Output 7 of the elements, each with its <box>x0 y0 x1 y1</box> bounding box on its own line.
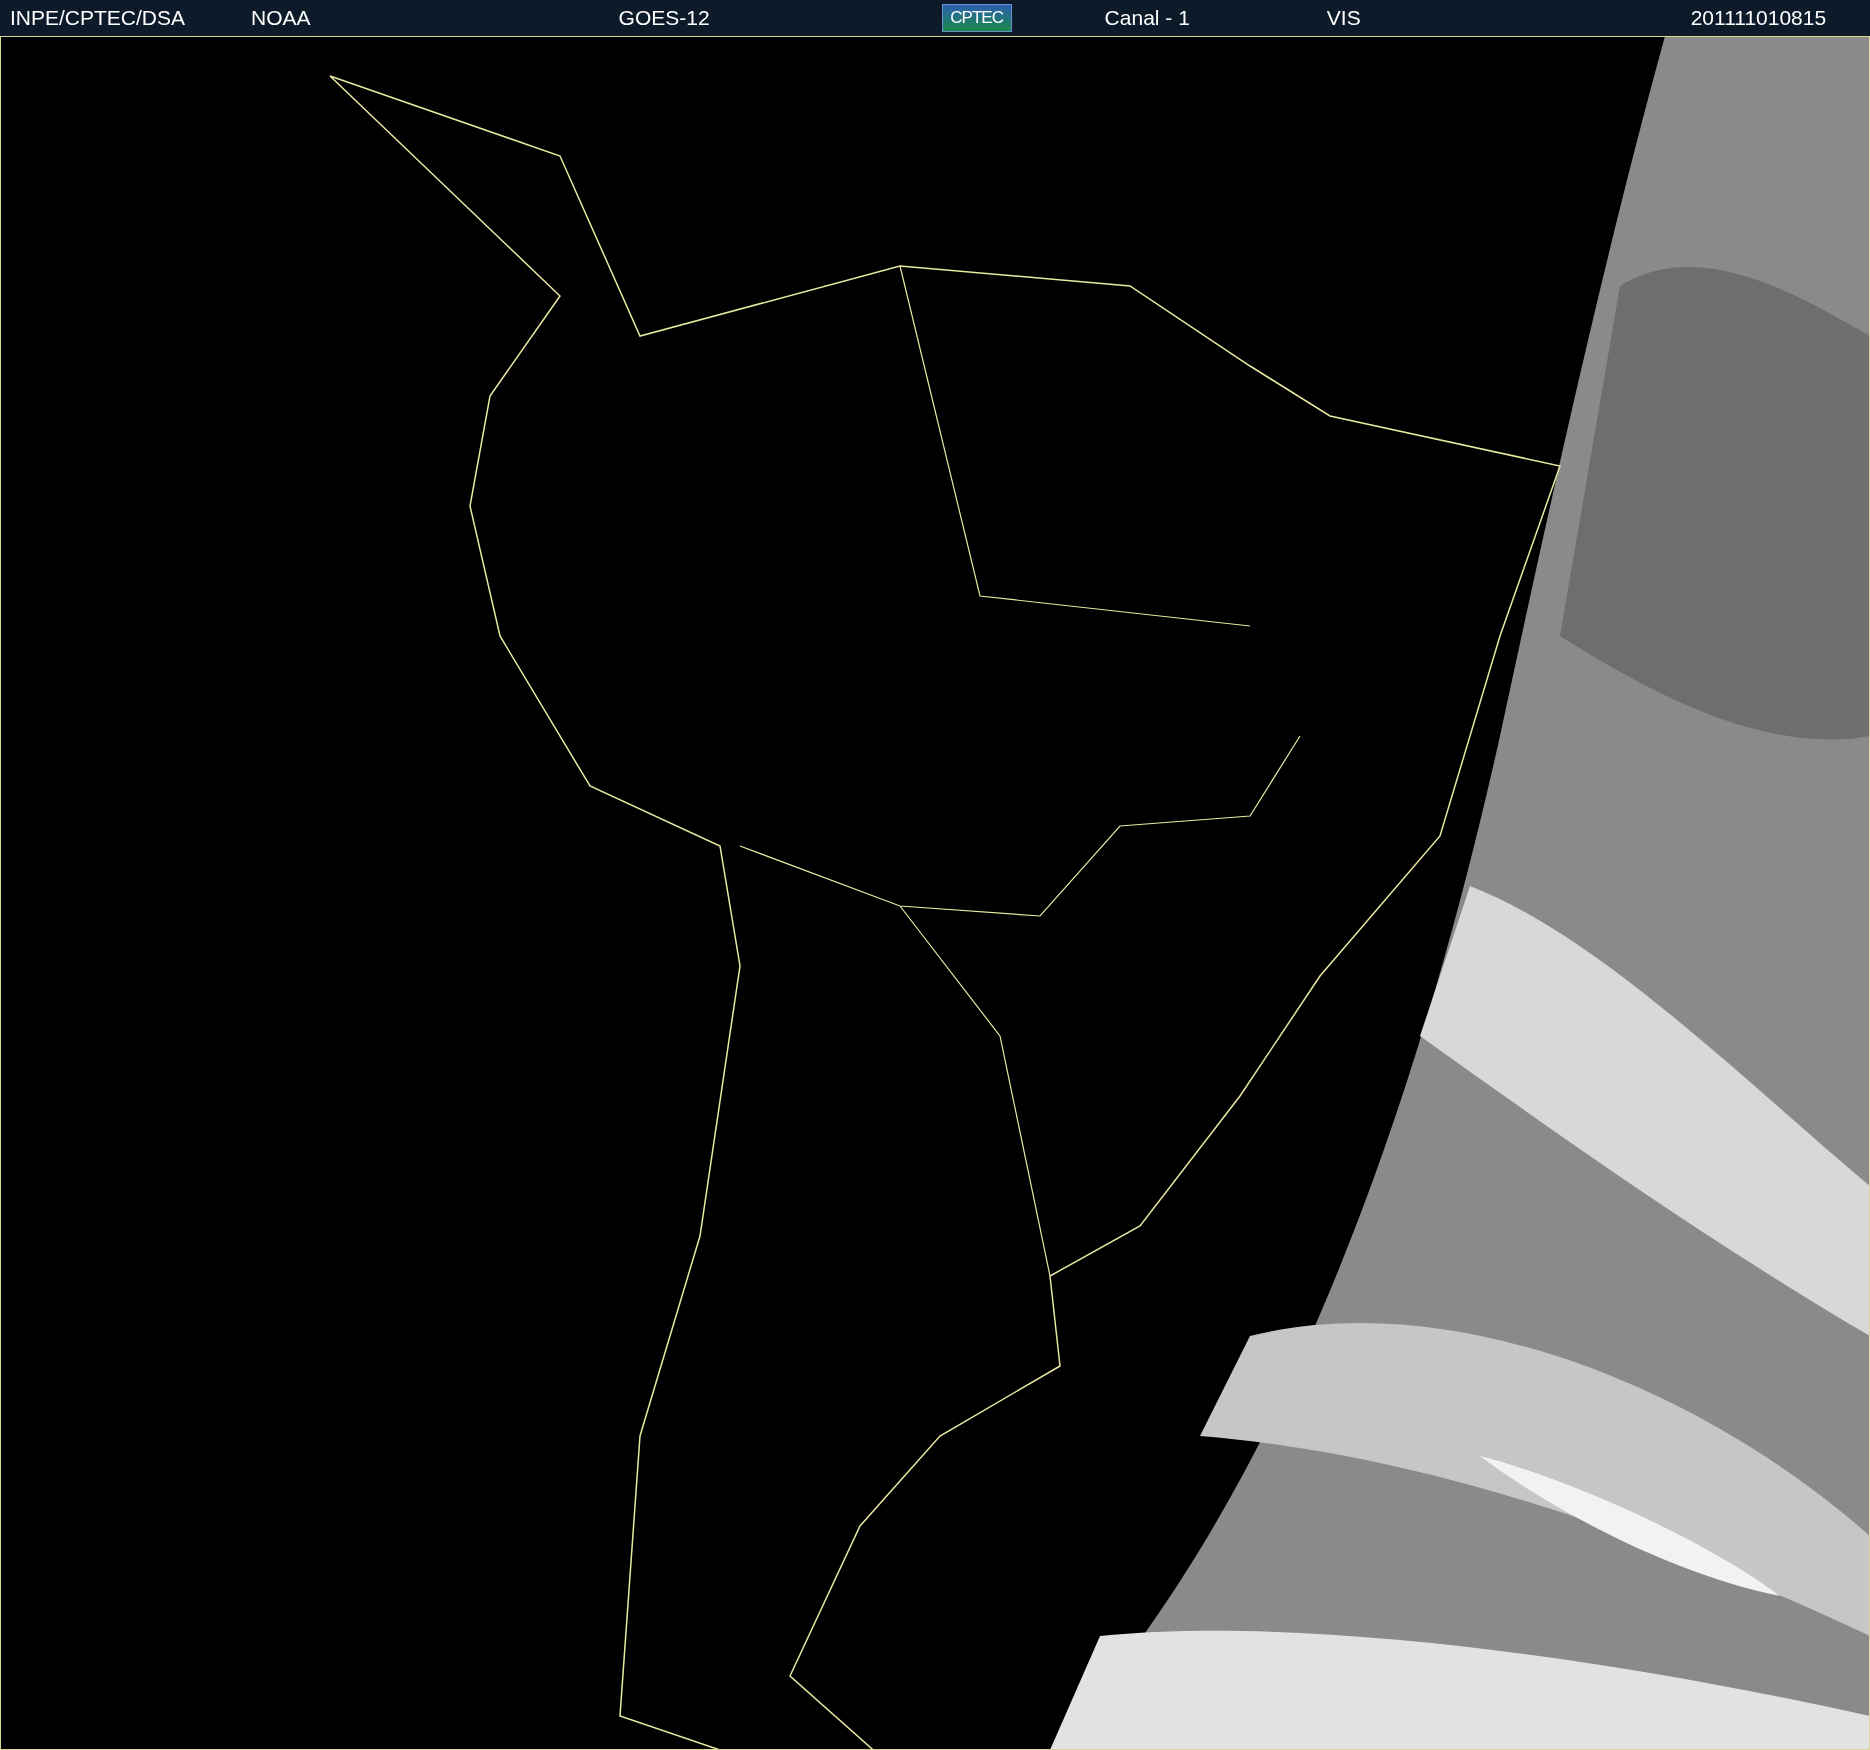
header-label: VIS <box>1326 6 1361 30</box>
header-label: Canal - 1 <box>1104 6 1190 30</box>
header-label: INPE/CPTEC/DSA <box>10 6 186 30</box>
logo: CPTEC <box>941 4 1012 32</box>
header-label: GOES-12 <box>618 6 710 30</box>
header-label: NOAA <box>251 6 311 30</box>
header-label: 201111010815 <box>1690 6 1827 30</box>
